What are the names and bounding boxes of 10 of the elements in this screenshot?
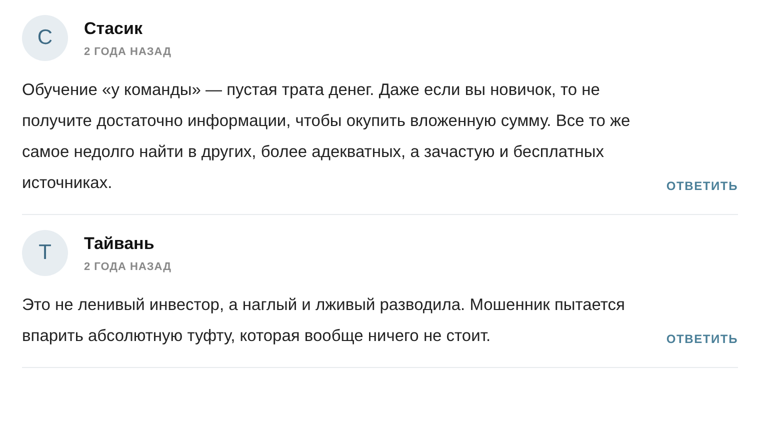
- author-name: Тайвань: [84, 234, 156, 254]
- avatar: С: [22, 15, 68, 61]
- comment-date: 2 ГОДА НАЗАД: [84, 260, 172, 272]
- comment-text: Обучение «у команды» — пустая трата денег. Даже если вы новичок, то не получите достаточно информации, чтобы окупить вложенную сумму. Все то же самое недолго найти в других, более адекватных, а зачастую и бесплатных источниках.: [22, 80, 632, 194]
- avatar: Т: [22, 230, 68, 276]
- author-name: Стасик: [84, 18, 144, 38]
- reply-button[interactable]: ОТВЕТИТЬ: [666, 179, 738, 193]
- comment-date: 2 ГОДА НАЗАД: [84, 46, 172, 58]
- comment-text: Это не ленивый инвестор, а наглый и лживый разводила. Мошенник пытается впарить абсолютную туфту, которая вообще ничего не стоит.: [22, 295, 626, 347]
- reply-button[interactable]: ОТВЕТИТЬ: [666, 332, 738, 346]
